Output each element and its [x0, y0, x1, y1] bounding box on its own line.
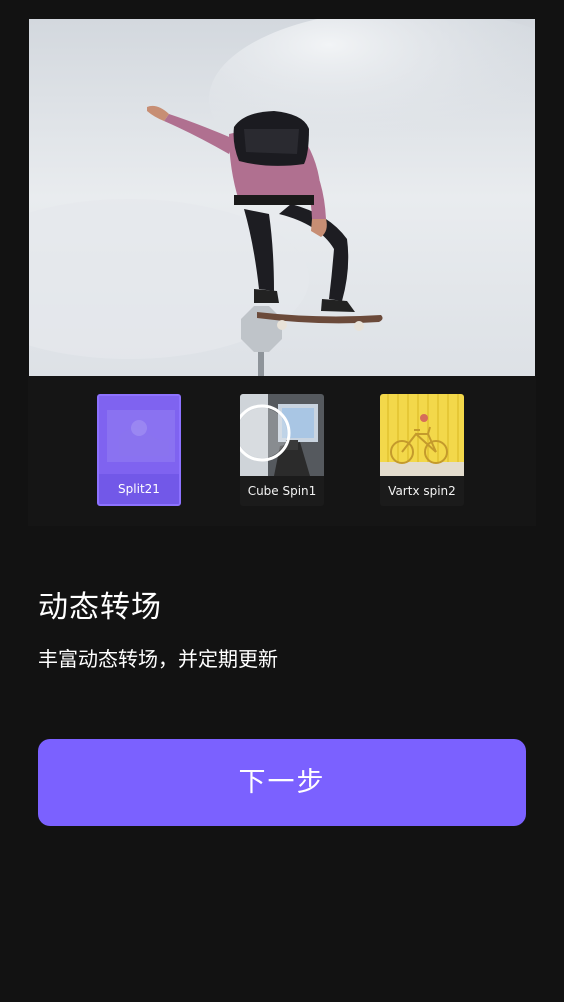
preview-image — [29, 19, 535, 376]
next-button[interactable]: 下一步 — [38, 739, 526, 826]
feature-title: 动态转场 — [38, 590, 162, 625]
transition-label: Cube Spin1 — [240, 476, 324, 506]
feature-subtitle: 丰富动态转场，并定期更新 — [38, 647, 278, 671]
transition-label: Vartx spin2 — [380, 476, 464, 506]
transition-label: Split21 — [99, 474, 179, 504]
cube-spin-thumbnail — [240, 394, 324, 476]
skateboarder-image — [29, 19, 535, 376]
bicycle-thumbnail — [380, 394, 464, 476]
split-transition-thumbnail — [99, 396, 179, 478]
transition-item-vartx-spin2[interactable]: Vartx spin2 — [380, 394, 464, 506]
transition-item-split21[interactable]: Split21 — [97, 394, 181, 506]
transition-list: Split21 Cube Spin1 Vartx spin2 — [28, 376, 536, 526]
transition-item-cube-spin1[interactable]: Cube Spin1 — [240, 394, 324, 506]
